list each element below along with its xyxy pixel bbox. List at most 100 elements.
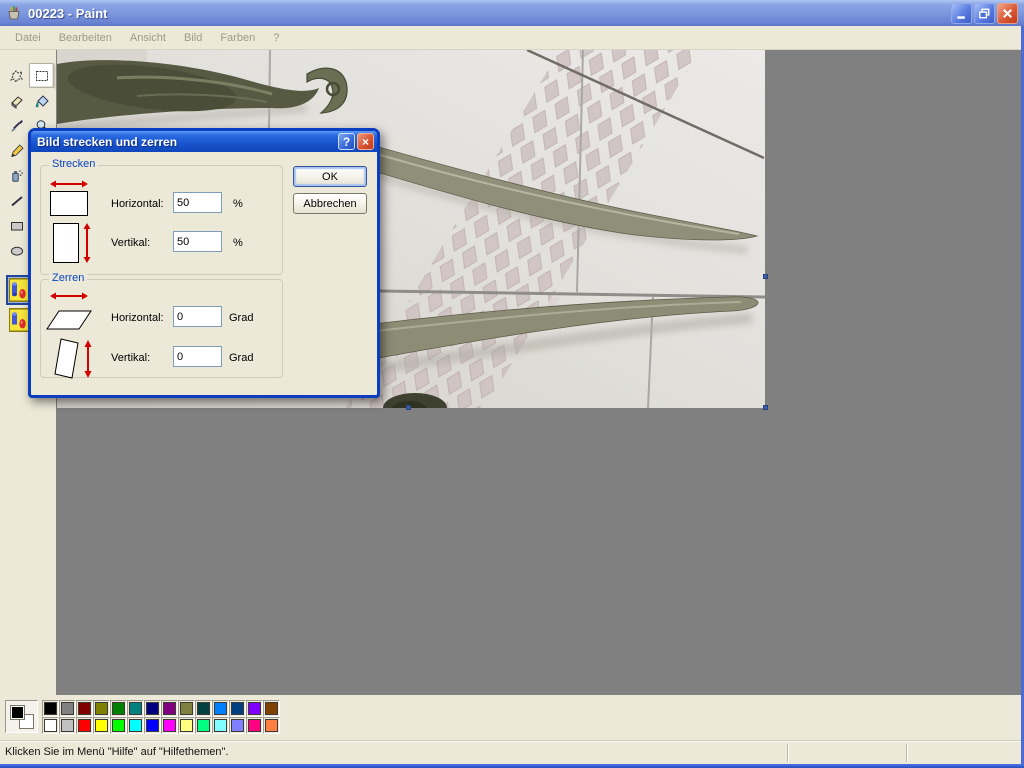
color-swatch[interactable]: [42, 700, 59, 717]
menubar: Datei Bearbeiten Ansicht Bild Farben ?: [0, 26, 1021, 50]
line-icon: [9, 193, 25, 209]
strecken-vertikal-label: Vertikal:: [111, 237, 150, 249]
color-swatch[interactable]: [110, 700, 127, 717]
restore-button[interactable]: [974, 3, 995, 24]
zerren-vertikal-label: Vertikal:: [111, 352, 150, 364]
color-swatch[interactable]: [127, 700, 144, 717]
menu-bearbeiten[interactable]: Bearbeiten: [50, 29, 121, 47]
color-swatch[interactable]: [195, 700, 212, 717]
color-swatch[interactable]: [246, 700, 263, 717]
dialog-body: Strecken Horizontal: % Vertikal:: [31, 152, 377, 395]
stretch-skew-dialog: Bild strecken und zerren ? × Strecken Ho…: [28, 128, 380, 398]
skew-horizontal-icon: [45, 290, 93, 332]
zerren-vertikal-input[interactable]: [173, 346, 222, 367]
tool-ellipse[interactable]: [4, 238, 29, 263]
strecken-group-label: Strecken: [49, 158, 98, 170]
color-swatch[interactable]: [212, 700, 229, 717]
tool-eraser[interactable]: [4, 88, 29, 113]
titlebar[interactable]: 00223 - Paint: [0, 0, 1024, 26]
pencil-icon: [9, 143, 25, 159]
fill-with-color-icon: [34, 93, 50, 109]
strecken-horizontal-label: Horizontal:: [111, 198, 164, 210]
close-icon: [1000, 6, 1015, 21]
eraser-icon: [9, 93, 25, 109]
pick-color-icon: [9, 118, 25, 134]
strecken-horizontal-unit: %: [233, 198, 243, 210]
tool-rectangle[interactable]: [4, 213, 29, 238]
color-swatch[interactable]: [246, 717, 263, 734]
tool-pick-color[interactable]: [4, 113, 29, 138]
color-swatch[interactable]: [42, 717, 59, 734]
color-swatch[interactable]: [76, 717, 93, 734]
menu-ansicht[interactable]: Ansicht: [121, 29, 175, 47]
color-swatch[interactable]: [263, 700, 280, 717]
menu-hilfe[interactable]: ?: [264, 29, 288, 47]
tool-pencil[interactable]: [4, 138, 29, 163]
canvas-resize-handle-bottom[interactable]: [406, 405, 411, 410]
color-grid: [42, 700, 280, 734]
restore-icon: [977, 6, 992, 21]
dialog-help-button[interactable]: ?: [338, 133, 355, 150]
color-swatch[interactable]: [59, 717, 76, 734]
opaque-selection-icon: [9, 278, 29, 302]
menu-datei[interactable]: Datei: [6, 29, 50, 47]
color-swatch[interactable]: [263, 717, 280, 734]
zerren-group: Zerren Horizontal: Grad Vertikal:: [40, 279, 283, 378]
dialog-close-button[interactable]: ×: [357, 133, 374, 150]
paint-window: 00223 - Paint Datei Bearbeiten Ansicht B…: [0, 0, 1024, 768]
zerren-group-label: Zerren: [49, 272, 87, 284]
status-separator: [787, 744, 789, 762]
canvas-resize-handle-right[interactable]: [763, 274, 768, 279]
color-swatch[interactable]: [144, 700, 161, 717]
free-form-select-icon: [9, 68, 25, 84]
zerren-horizontal-unit: Grad: [229, 312, 253, 324]
strecken-horizontal-input[interactable]: [173, 192, 222, 213]
color-swatch[interactable]: [229, 717, 246, 734]
cancel-button[interactable]: Abbrechen: [293, 193, 367, 214]
ok-button[interactable]: OK: [293, 166, 367, 187]
tool-line[interactable]: [4, 188, 29, 213]
minimize-button[interactable]: [951, 3, 972, 24]
strecken-vertikal-unit: %: [233, 237, 243, 249]
color-swatch[interactable]: [178, 700, 195, 717]
airbrush-icon: [9, 168, 25, 184]
menu-farben[interactable]: Farben: [211, 29, 264, 47]
tool-select[interactable]: [29, 63, 54, 88]
color-swatch[interactable]: [59, 700, 76, 717]
color-swatch[interactable]: [229, 700, 246, 717]
stretch-vertical-icon: [51, 221, 93, 265]
color-swatch[interactable]: [127, 717, 144, 734]
color-swatch[interactable]: [93, 717, 110, 734]
tool-airbrush[interactable]: [4, 163, 29, 188]
zerren-vertikal-unit: Grad: [229, 352, 253, 364]
zerren-horizontal-label: Horizontal:: [111, 312, 164, 324]
status-bar: Klicken Sie im Menü "Hilfe" auf "Hilfeth…: [0, 740, 1021, 764]
color-swatch[interactable]: [212, 717, 229, 734]
ellipse-icon: [9, 243, 25, 259]
close-button[interactable]: [997, 3, 1018, 24]
select-icon: [34, 68, 50, 84]
color-swatch[interactable]: [76, 700, 93, 717]
color-palette-bar: [0, 695, 1021, 740]
color-swatch[interactable]: [93, 700, 110, 717]
color-swatch[interactable]: [161, 717, 178, 734]
transparent-selection-icon: [9, 308, 29, 332]
color-swatch[interactable]: [110, 717, 127, 734]
tool-fill-with-color[interactable]: [29, 88, 54, 113]
canvas-resize-handle-corner[interactable]: [763, 405, 768, 410]
color-swatch[interactable]: [144, 717, 161, 734]
skew-vertical-icon: [51, 335, 95, 379]
tool-free-form-select[interactable]: [4, 63, 29, 88]
rectangle-icon: [9, 218, 25, 234]
status-text: Klicken Sie im Menü "Hilfe" auf "Hilfeth…: [5, 746, 229, 758]
color-swatch[interactable]: [195, 717, 212, 734]
window-title: 00223 - Paint: [28, 6, 951, 21]
menu-bild[interactable]: Bild: [175, 29, 211, 47]
color-swatch[interactable]: [161, 700, 178, 717]
color-swatch[interactable]: [178, 717, 195, 734]
strecken-vertikal-input[interactable]: [173, 231, 222, 252]
dialog-titlebar[interactable]: Bild strecken und zerren ? ×: [31, 131, 377, 152]
strecken-group: Strecken Horizontal: % Vertikal:: [40, 165, 283, 275]
zerren-horizontal-input[interactable]: [173, 306, 222, 327]
current-colors-indicator: [5, 700, 38, 733]
